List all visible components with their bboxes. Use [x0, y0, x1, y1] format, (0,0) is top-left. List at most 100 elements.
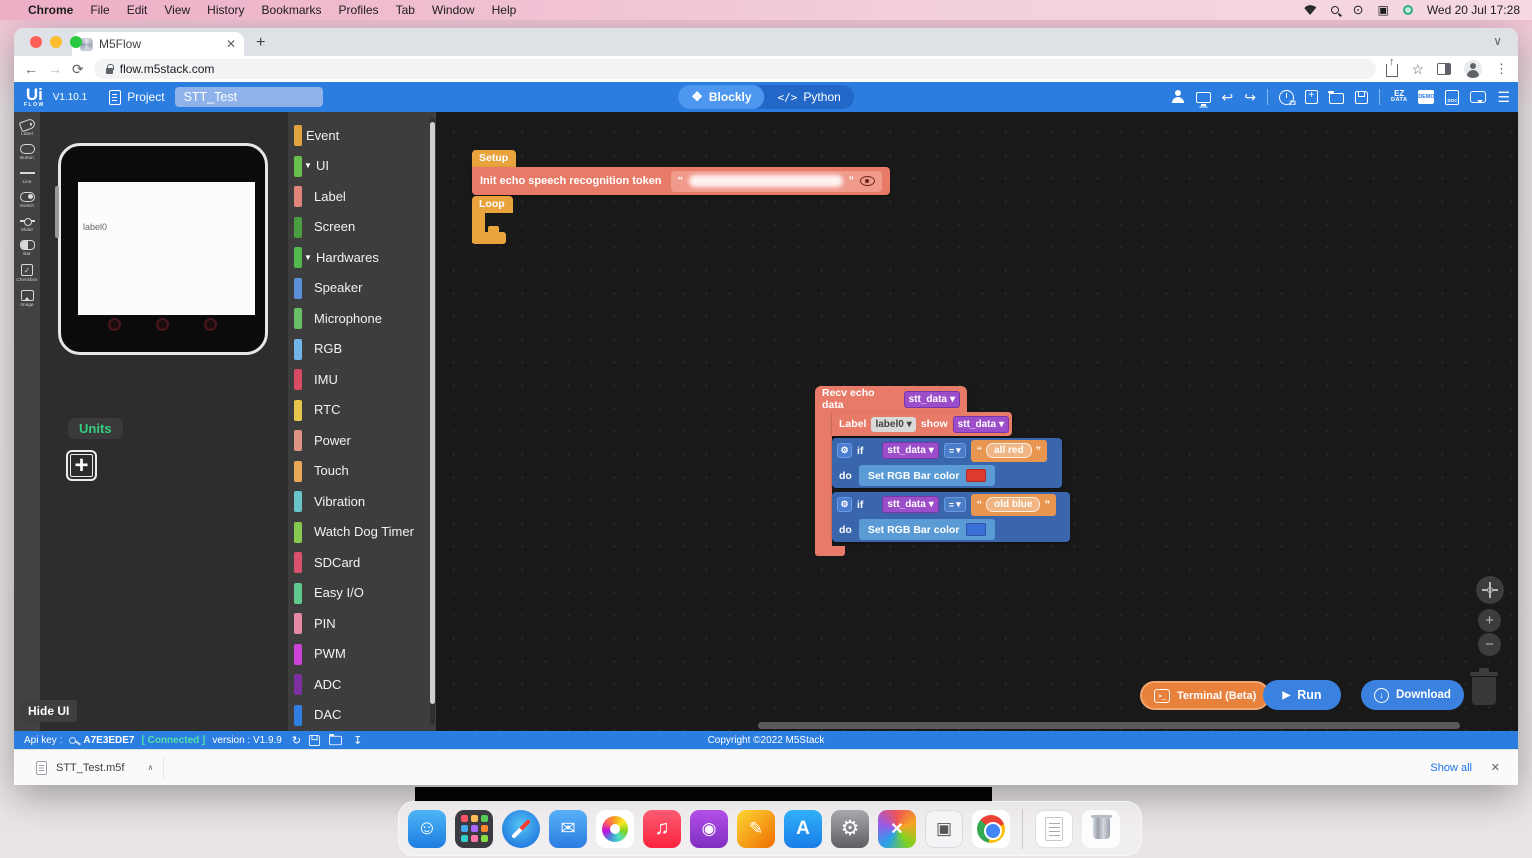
compare-op-dropdown[interactable]: = ▾ [944, 443, 966, 458]
device-button-a[interactable] [108, 318, 121, 331]
if-gear-icon[interactable]: ⚙ [837, 443, 852, 458]
category-rgb[interactable]: RGB [288, 334, 436, 365]
m5burner-icon[interactable]: ▣ [925, 810, 963, 848]
share-icon[interactable] [1386, 64, 1398, 77]
control-center-icon[interactable]: ⊙ [1353, 2, 1364, 18]
text-document-icon[interactable] [1035, 810, 1073, 848]
token-string-field[interactable]: “ ” [671, 171, 882, 192]
stt-data-dropdown[interactable]: stt_data ▾ [882, 496, 938, 513]
category-ui[interactable]: ▼ UI [288, 151, 436, 182]
undo-icon[interactable]: ↩ [1222, 89, 1234, 106]
download-button[interactable]: ↓ Download [1361, 680, 1464, 710]
category-watchdog[interactable]: Watch Dog Timer [288, 517, 436, 548]
string-block-old-blue[interactable]: “ old blue ” [971, 494, 1056, 516]
trash-delete-zone[interactable] [1470, 668, 1498, 706]
menubar-item-history[interactable]: History [207, 3, 244, 17]
category-power[interactable]: Power [288, 425, 436, 456]
terminal-beta-button[interactable]: >_ Terminal (Beta) [1140, 681, 1270, 710]
widget-checkbox[interactable]: ✓ Checkbox [16, 264, 37, 283]
chrome-icon[interactable] [972, 810, 1010, 848]
run-button[interactable]: ▶ Run [1263, 680, 1341, 710]
recv-echo-stack[interactable]: Recv echo data stt_data ▾ Label label0 ▾ [815, 386, 1075, 556]
blockly-canvas[interactable]: Setup Init echo speech recognition token… [436, 112, 1518, 731]
status-app-icon[interactable] [1403, 5, 1413, 15]
finder-icon[interactable]: ☺ [408, 810, 446, 848]
device-manager-icon[interactable] [1196, 92, 1211, 103]
maximize-window-button[interactable] [70, 36, 82, 48]
spotlight-search-icon[interactable] [1331, 6, 1339, 14]
lock-icon[interactable] [106, 68, 113, 74]
save-project-icon[interactable] [1355, 91, 1368, 104]
screen-label0[interactable]: label0 [83, 222, 107, 232]
if-gear-icon[interactable]: ⚙ [837, 497, 852, 512]
device-screen[interactable]: label0 [78, 182, 255, 315]
account-icon[interactable] [1171, 90, 1185, 104]
category-microphone[interactable]: Microphone [288, 303, 436, 334]
category-rtc[interactable]: RTC [288, 395, 436, 426]
tab-search-chevron-icon[interactable]: ∨ [1493, 34, 1502, 48]
menubar-item-bookmarks[interactable]: Bookmarks [262, 3, 322, 17]
widget-button[interactable]: Button [20, 144, 35, 161]
label-show-block[interactable]: Label label0 ▾ show stt_data ▾ [832, 412, 1012, 436]
new-tab-button[interactable]: + [256, 34, 265, 52]
setup-block[interactable]: Setup [472, 150, 516, 167]
close-window-button[interactable] [30, 36, 42, 48]
mail-icon[interactable]: ✉ [549, 810, 587, 848]
init-echo-token-block[interactable]: Init echo speech recognition token “ ” [472, 167, 890, 195]
music-icon[interactable]: ♫ [643, 810, 681, 848]
download-item-menu-icon[interactable]: ∧ [147, 763, 153, 772]
forward-button[interactable]: → [48, 61, 62, 77]
if-block-old-blue[interactable]: ⚙ if stt_data ▾ = ▾ “ [832, 492, 1070, 542]
menubar-item-help[interactable]: Help [492, 3, 517, 17]
profile-avatar[interactable] [1464, 60, 1482, 78]
category-pwm[interactable]: PWM [288, 639, 436, 670]
show-token-eye-icon[interactable] [860, 176, 875, 186]
download-firmware-icon[interactable]: ↧ [353, 734, 362, 747]
loop-block-bottom[interactable] [472, 232, 506, 244]
category-label[interactable]: Label [288, 181, 436, 212]
recv-echo-data-block[interactable]: Recv echo data stt_data ▾ [815, 386, 967, 412]
canvas-horizontal-scrollbar[interactable] [758, 722, 1460, 729]
sync-icon[interactable]: ↻ [292, 734, 301, 747]
open-project-icon[interactable] [1329, 93, 1344, 104]
demo-icon[interactable]: DEMO [1418, 90, 1434, 104]
device-button-c[interactable] [204, 318, 217, 331]
system-preferences-icon[interactable]: ⚙ [831, 810, 869, 848]
photos-icon[interactable] [596, 810, 634, 848]
hide-ui-button[interactable]: Hide UI [20, 700, 77, 722]
widget-switch[interactable]: Switch [20, 192, 35, 209]
sidepanel-icon[interactable] [1437, 63, 1451, 75]
pencil-app-icon[interactable]: ✎ [737, 810, 775, 848]
menubar-item-chrome[interactable]: Chrome [28, 3, 73, 17]
browser-menu-icon[interactable]: ⋮ [1495, 61, 1508, 77]
category-speaker[interactable]: Speaker [288, 273, 436, 304]
menubar-item-view[interactable]: View [164, 3, 190, 17]
category-dac[interactable]: DAC [288, 700, 436, 731]
menubar-item-tab[interactable]: Tab [396, 3, 415, 17]
new-project-icon[interactable] [1305, 90, 1318, 104]
category-screen[interactable]: Screen [288, 212, 436, 243]
stt-data-dropdown[interactable]: stt_data ▾ [904, 391, 960, 408]
add-unit-button[interactable]: + [66, 450, 97, 481]
back-button[interactable]: ← [24, 61, 38, 77]
if-block-all-red[interactable]: ⚙ if stt_data ▾ = ▾ “ [832, 438, 1062, 488]
zoom-in-button[interactable]: + [1478, 609, 1501, 632]
color-swatch-blue[interactable] [966, 523, 986, 536]
widget-label[interactable]: Label [20, 120, 35, 137]
compare-op-dropdown[interactable]: = ▾ [944, 497, 966, 512]
show-all-link[interactable]: Show all [1430, 762, 1472, 774]
save-icon[interactable] [309, 734, 320, 745]
category-imu[interactable]: IMU [288, 364, 436, 395]
category-adc[interactable]: ADC [288, 669, 436, 700]
minimize-window-button[interactable] [50, 36, 62, 48]
menu-list-icon[interactable]: ☰ [1497, 89, 1510, 106]
category-hardwares[interactable]: ▼ Hardwares [288, 242, 436, 273]
menubar-item-window[interactable]: Window [432, 3, 475, 17]
zoom-out-button[interactable]: − [1478, 633, 1501, 656]
feedback-chat-icon[interactable] [1470, 91, 1486, 103]
widget-image[interactable]: Image [20, 290, 33, 308]
menubar-item-profiles[interactable]: Profiles [339, 3, 379, 17]
widget-bar[interactable]: Bar [20, 240, 35, 257]
device-button-b[interactable] [156, 318, 169, 331]
widget-line[interactable]: Line [20, 168, 35, 185]
